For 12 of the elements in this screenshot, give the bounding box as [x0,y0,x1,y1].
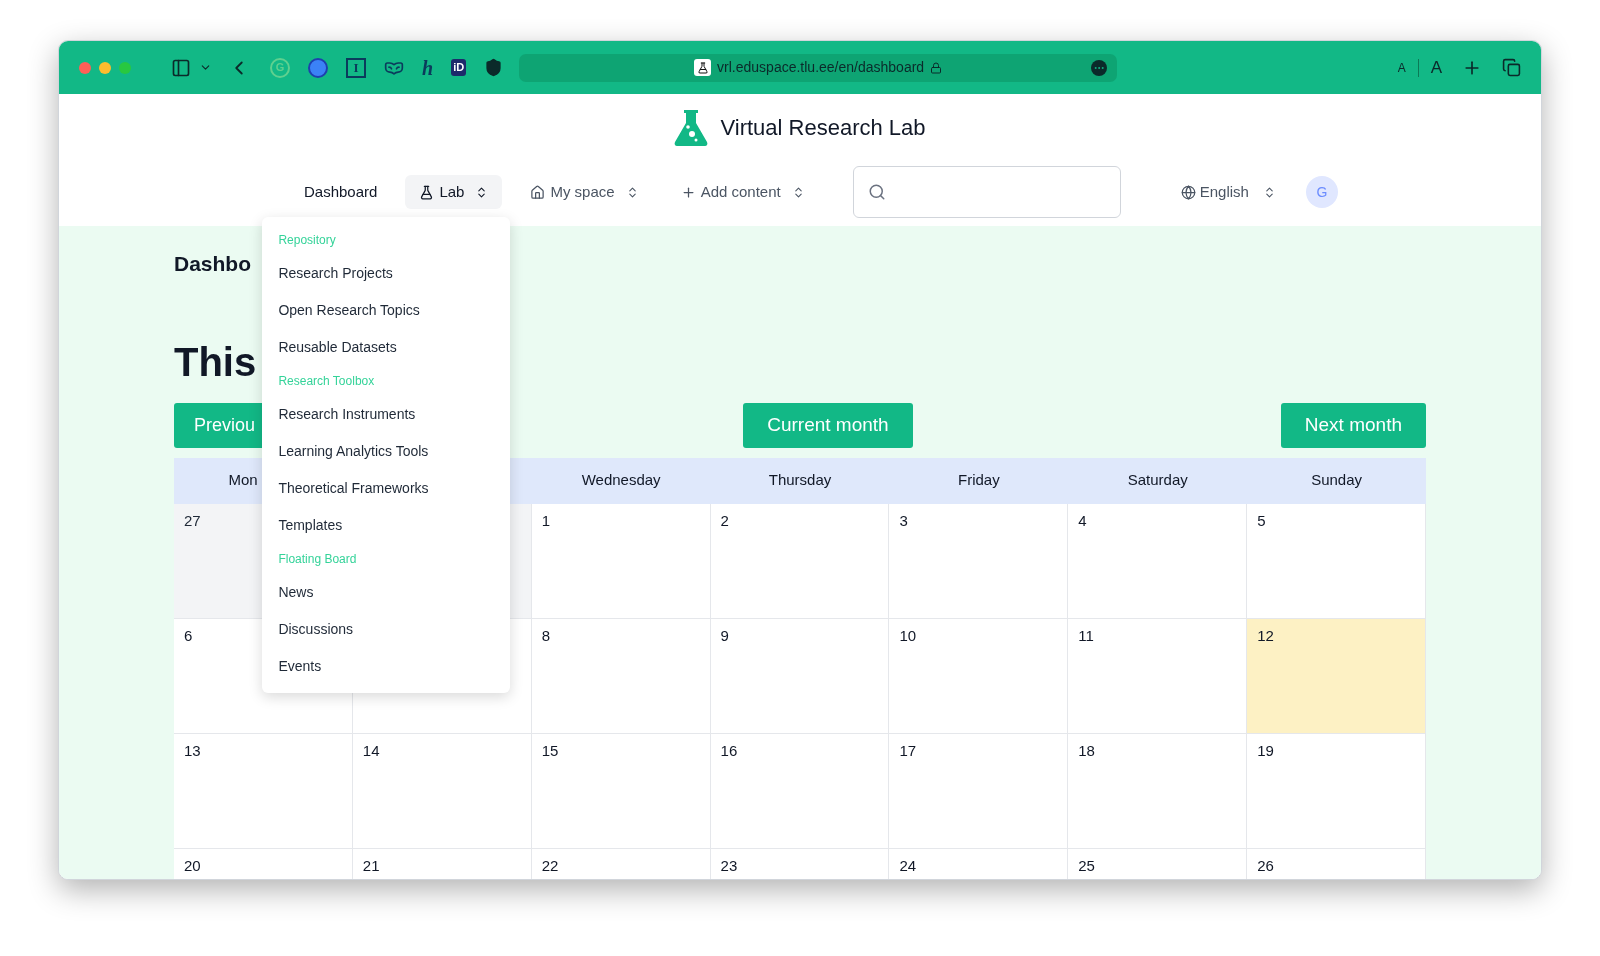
menu-section-heading: Repository [277,232,337,249]
menu-section-heading: Floating Board [277,551,358,568]
weekday-header: Friday [889,457,1069,504]
weekday-header: Wednesday [531,457,711,504]
page-heading: Dashbo [174,251,251,277]
site-title: Virtual Research Lab [720,113,926,142]
section-heading: This [174,338,257,386]
menu-section-heading: Research Toolbox [277,373,376,390]
weekday-header: Saturday [1068,457,1248,504]
weekday-header: Sunday [1247,457,1426,504]
url-text: vrl.eduspace.tlu.ee/en/dashboard [717,58,925,77]
weekday-header: Thursday [710,457,890,504]
